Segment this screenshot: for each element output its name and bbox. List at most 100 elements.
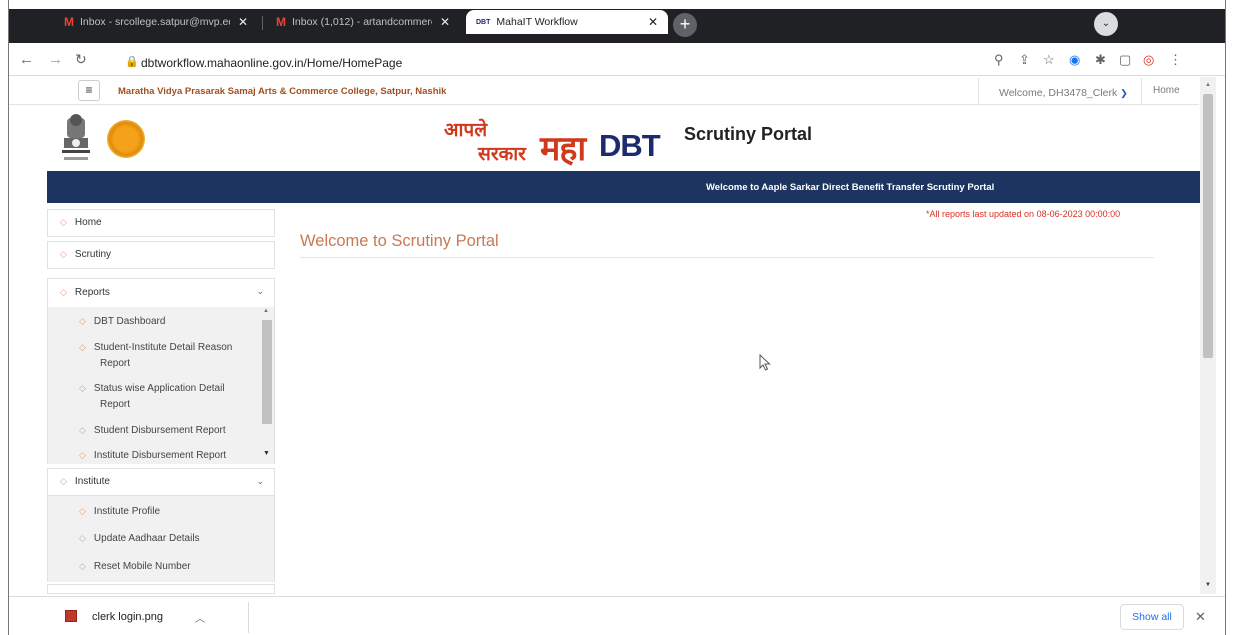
banner-text: Welcome to Aaple Sarkar Direct Benefit T… bbox=[706, 182, 995, 193]
scroll-up-icon[interactable]: ▲ bbox=[1205, 82, 1211, 88]
aaple-logo-text: आपले bbox=[444, 120, 488, 141]
close-icon[interactable]: ✕ bbox=[1195, 609, 1206, 625]
profile-avatar-icon[interactable]: ◎ bbox=[1143, 52, 1154, 68]
submenu-item-status-wise-application-detail-report[interactable]: ◇ Status wise Application Detail Report bbox=[79, 380, 225, 413]
tab-mahait-workflow[interactable]: DBT MahaIT Workflow ✕ bbox=[466, 10, 668, 34]
welcome-banner: Welcome to Aaple Sarkar Direct Benefit T… bbox=[47, 171, 1200, 203]
sidebar-item-label: Home bbox=[74, 217, 102, 228]
diamond-icon: ◇ bbox=[79, 316, 86, 326]
national-emblem-icon bbox=[62, 114, 90, 160]
url-field[interactable]: dbtworkflow.mahaonline.gov.in/Home/HomeP… bbox=[141, 56, 402, 70]
scroll-up-icon[interactable]: ▲ bbox=[263, 308, 269, 314]
submenu-item-reset-mobile-number[interactable]: ◇ Reset Mobile Number bbox=[79, 558, 191, 575]
scroll-down-icon[interactable]: ▼ bbox=[263, 450, 270, 457]
tab-search-icon[interactable]: ⌄ bbox=[1094, 12, 1118, 36]
sarkar-logo-text: सरकार bbox=[478, 144, 526, 165]
submenu-item-dbt-dashboard[interactable]: ◇ DBT Dashboard bbox=[79, 313, 165, 330]
diamond-icon: ◇ bbox=[79, 561, 86, 571]
submenu-item-student-disbursement-report[interactable]: ◇ Student Disbursement Report bbox=[79, 422, 226, 439]
close-tab-icon[interactable]: ✕ bbox=[238, 15, 248, 29]
submenu-item-label: Reset Mobile Number bbox=[93, 561, 191, 572]
submenu-item-update-aadhaar-details[interactable]: ◇ Update Aadhaar Details bbox=[79, 530, 200, 547]
sidebar-item-institute[interactable]: ◇ Institute ⌄ bbox=[47, 468, 275, 496]
title-divider bbox=[300, 257, 1154, 258]
tab-title: MahaIT Workflow bbox=[496, 16, 578, 28]
tab-title: Inbox (1,012) - artandcommercc bbox=[292, 16, 432, 28]
sidebar-item-home[interactable]: ◇ Home bbox=[47, 209, 275, 237]
page-title: Welcome to Scrutiny Portal bbox=[300, 232, 499, 250]
welcome-user-label: Welcome, DH3478_Clerk bbox=[999, 87, 1118, 99]
diamond-icon: ◇ bbox=[79, 383, 86, 393]
close-tab-icon[interactable]: ✕ bbox=[648, 15, 658, 29]
forward-icon[interactable]: → bbox=[48, 51, 63, 68]
maharashtra-seal-icon bbox=[107, 120, 145, 158]
submenu-item-institute-profile[interactable]: ◇ Institute Profile bbox=[79, 503, 160, 520]
sidebar-item-label: Scrutiny bbox=[74, 249, 112, 260]
chevron-down-icon: ⌄ bbox=[256, 476, 264, 486]
sidebar-item-scrutiny[interactable]: ◇ Scrutiny bbox=[47, 241, 275, 269]
user-menu[interactable]: Welcome, DH3478_Clerk ❯ bbox=[978, 78, 1142, 104]
chevron-down-icon: ⌄ bbox=[256, 286, 264, 296]
back-icon[interactable]: ← bbox=[19, 51, 34, 68]
sidebar: ◇ Home ◇ Scrutiny ◇ Reports ⌄ ◇ DBT Dashboar… bbox=[47, 209, 276, 594]
close-tab-icon[interactable]: ✕ bbox=[440, 15, 450, 29]
bookmark-star-icon[interactable]: ☆ bbox=[1043, 52, 1055, 68]
reports-submenu: ◇ DBT Dashboard ◇ Student-Institute Detail… bbox=[47, 307, 275, 464]
diamond-icon: ◇ bbox=[79, 533, 86, 543]
gmail-icon: M bbox=[64, 15, 74, 29]
divider bbox=[248, 602, 249, 633]
diamond-icon: ◇ bbox=[60, 249, 67, 259]
address-bar: ← → ↻ 🔒 dbtworkflow.mahaonline.gov.in/Ho… bbox=[9, 43, 1225, 76]
share-icon[interactable]: ⇪ bbox=[1019, 52, 1030, 68]
dbt-favicon-icon: DBT bbox=[476, 18, 491, 26]
gmail-icon: M bbox=[276, 15, 286, 29]
image-file-icon bbox=[65, 610, 77, 622]
diamond-icon: ◇ bbox=[79, 506, 86, 516]
mouse-cursor-icon bbox=[759, 354, 771, 371]
sidebar-item-reports[interactable]: ◇ Reports ⌄ bbox=[47, 278, 275, 308]
extensions-puzzle-icon[interactable]: ✱ bbox=[1095, 52, 1106, 68]
tab-title: Inbox - srcollege.satpur@mvp.ed bbox=[80, 16, 230, 28]
institute-submenu: ◇ Institute Profile ◇ Update Aadhaar Detai… bbox=[47, 496, 275, 582]
tab-separator bbox=[262, 16, 263, 30]
diamond-icon: ◇ bbox=[60, 476, 67, 486]
tab-gmail-artandcommerce[interactable]: M Inbox (1,012) - artandcommercc ✕ bbox=[266, 10, 460, 34]
submenu-item-student-institute-detail-reason-report[interactable]: ◇ Student-Institute Detail Reason Report bbox=[79, 339, 232, 372]
home-link[interactable]: Home bbox=[1153, 85, 1180, 96]
dbt-logo-text: DBT bbox=[599, 128, 661, 163]
diamond-icon: ◇ bbox=[60, 217, 67, 227]
submenu-item-label: Status wise Application Detail bbox=[93, 383, 225, 394]
reload-icon[interactable]: ↻ bbox=[75, 51, 87, 68]
report-update-note: *All reports last updated on 08-06-2023 … bbox=[926, 209, 1121, 219]
submenu-item-institute-disbursement-report[interactable]: ◇ Institute Disbursement Report bbox=[79, 447, 226, 464]
maha-logo-text: महा bbox=[540, 130, 586, 168]
show-all-button[interactable]: Show all bbox=[1120, 604, 1184, 630]
submenu-item-label: Student Disbursement Report bbox=[93, 425, 226, 436]
diamond-icon: ◇ bbox=[60, 287, 67, 297]
sidebar-item-label: Institute bbox=[74, 476, 110, 487]
download-file-name[interactable]: clerk login.png bbox=[92, 611, 163, 623]
submenu-scroll-thumb[interactable] bbox=[262, 320, 272, 424]
lock-icon[interactable]: 🔒 bbox=[125, 55, 139, 68]
page-scroll-thumb[interactable] bbox=[1203, 94, 1213, 358]
tab-gmail-srcollege[interactable]: M Inbox - srcollege.satpur@mvp.ed ✕ bbox=[54, 10, 258, 34]
portal-title: Scrutiny Portal bbox=[684, 124, 813, 144]
browser-menu-icon[interactable]: ⋮ bbox=[1169, 52, 1182, 68]
side-panel-icon[interactable]: ▢ bbox=[1119, 52, 1131, 68]
submenu-item-label: Student-Institute Detail Reason bbox=[93, 342, 233, 353]
chevron-up-icon[interactable]: ︿ bbox=[195, 610, 205, 625]
sidebar-item-partial bbox=[47, 584, 275, 594]
submenu-item-label-cont: Report bbox=[100, 358, 131, 369]
diamond-icon: ◇ bbox=[79, 450, 86, 460]
hamburger-menu-icon[interactable]: ≡ bbox=[78, 80, 100, 101]
diamond-icon: ◇ bbox=[79, 342, 86, 352]
submenu-item-label-cont: Report bbox=[100, 399, 131, 410]
chevron-down-icon: ❯ bbox=[1120, 88, 1128, 98]
extension-icon[interactable]: ◉ bbox=[1069, 52, 1080, 68]
downloads-bar bbox=[9, 596, 1225, 635]
scroll-down-icon[interactable]: ▼ bbox=[1205, 582, 1211, 588]
new-tab-icon[interactable]: + bbox=[673, 13, 697, 37]
submenu-item-label: Update Aadhaar Details bbox=[93, 533, 200, 544]
zoom-icon[interactable]: ⚲ bbox=[994, 52, 1004, 68]
submenu-item-label: Institute Disbursement Report bbox=[93, 450, 227, 461]
